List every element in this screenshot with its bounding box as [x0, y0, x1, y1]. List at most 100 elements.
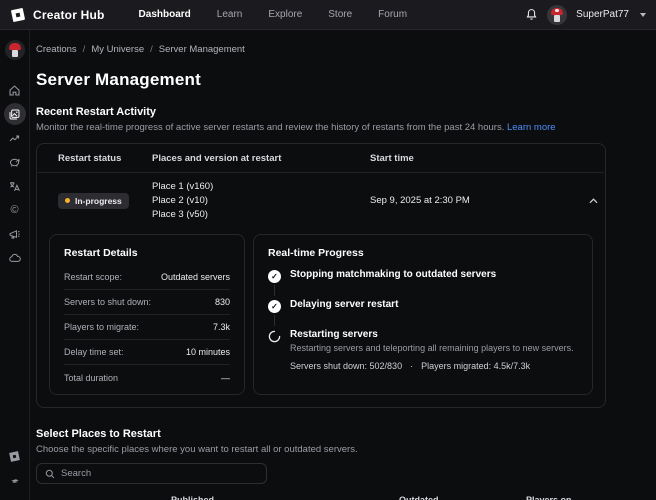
nav-store[interactable]: Store: [328, 9, 352, 20]
places-version-list: Place 1 (v160) Place 2 (v10) Place 3 (v5…: [152, 180, 370, 221]
user-avatar[interactable]: [547, 5, 567, 25]
sidebar-avatar[interactable]: [5, 40, 25, 60]
docs-icon[interactable]: [4, 469, 26, 491]
creations-icon[interactable]: [4, 103, 26, 125]
breadcrumb-separator: /: [83, 44, 86, 55]
cloud-icon[interactable]: [4, 247, 26, 269]
detail-row-restart-scope: Restart scope: Outdated servers: [64, 265, 230, 290]
navbar-right: SuperPat77: [525, 5, 646, 25]
detail-label: Delay time set:: [64, 347, 124, 357]
select-places-heading: Select Places to Restart: [36, 428, 644, 440]
detail-label: Servers to shut down:: [64, 297, 151, 307]
breadcrumb-separator: /: [150, 44, 153, 55]
places-table-header: Places Published version Published on To…: [36, 494, 612, 500]
navbar-left: Creator Hub Dashboard Learn Explore Stor…: [10, 7, 407, 22]
learn-more-link[interactable]: Learn more: [507, 122, 556, 133]
breadcrumb-my-universe[interactable]: My Universe: [91, 44, 144, 55]
recent-activity-heading: Recent Restart Activity: [36, 106, 644, 118]
col-places-version: Places and version at restart: [152, 153, 370, 164]
analytics-icon[interactable]: [4, 127, 26, 149]
status-dot: [65, 198, 70, 203]
localization-icon[interactable]: [4, 175, 26, 197]
place-version-item: Place 1 (v160): [152, 180, 370, 194]
detail-value: —: [221, 373, 230, 383]
detail-label: Total duration: [64, 373, 118, 383]
step-stats: Servers shut down: 502/830 · Players mig…: [290, 361, 574, 371]
username-label[interactable]: SuperPat77: [576, 9, 629, 20]
stat-servers-shut-down: Servers shut down: 502/830: [290, 361, 402, 371]
top-navbar: Creator Hub Dashboard Learn Explore Stor…: [0, 0, 656, 30]
check-circle-icon: ✓: [268, 270, 281, 283]
main-content: Creations / My Universe / Server Managem…: [30, 30, 656, 500]
col-start-time: Start time: [370, 153, 578, 164]
recent-activity-description: Monitor the real-time progress of active…: [36, 122, 644, 133]
col-restart-status: Restart status: [58, 153, 152, 164]
nav-explore[interactable]: Explore: [268, 9, 302, 20]
step-description: Restarting servers and teleporting all r…: [290, 343, 574, 353]
primary-nav: Dashboard Learn Explore Store Forum: [139, 9, 408, 20]
restart-activity-panel: Restart status Places and version at res…: [36, 143, 606, 408]
detail-row-total-duration: Total duration —: [64, 365, 230, 390]
creator-hub-logo-icon[interactable]: [10, 7, 25, 22]
app-shell: ©: [0, 30, 656, 500]
breadcrumb: Creations / My Universe / Server Managem…: [36, 44, 644, 55]
detail-row-servers-to-shut-down: Servers to shut down: 830: [64, 290, 230, 315]
places-table: Places Published version Published on To…: [36, 494, 612, 500]
nav-forum[interactable]: Forum: [378, 9, 407, 20]
nav-learn[interactable]: Learn: [217, 9, 243, 20]
step-label: Restarting servers: [290, 329, 574, 340]
select-places-description: Choose the specific places where you wan…: [36, 444, 644, 455]
left-sidebar: ©: [0, 30, 30, 500]
search-input[interactable]: [61, 468, 258, 479]
detail-label: Restart scope:: [64, 272, 122, 282]
col-players-on-outdated: Players on outdated servers: [526, 495, 610, 500]
progress-step-delay: ✓ Delaying server restart: [268, 299, 578, 329]
search-box: [36, 463, 267, 484]
studio-icon[interactable]: [4, 445, 26, 467]
breadcrumb-server-management: Server Management: [159, 44, 245, 55]
spinner-icon: [268, 330, 281, 343]
recent-activity-description-text: Monitor the real-time progress of active…: [36, 122, 504, 133]
search-icon: [45, 469, 55, 479]
chevron-up-icon[interactable]: [578, 198, 608, 204]
col-published-version: Published version: [171, 495, 238, 500]
realtime-progress-title: Real-time Progress: [268, 247, 578, 259]
nav-dashboard[interactable]: Dashboard: [139, 9, 191, 20]
place-version-item: Place 3 (v50): [152, 208, 370, 222]
restart-details-title: Restart Details: [64, 247, 230, 259]
detail-label: Players to migrate:: [64, 322, 139, 332]
stat-players-migrated: Players migrated: 4.5k/7.3k: [421, 361, 530, 371]
restart-details-card: Restart Details Restart scope: Outdated …: [49, 234, 245, 395]
monetization-icon[interactable]: [4, 151, 26, 173]
status-label: In-progress: [75, 196, 122, 206]
app-root: Creator Hub Dashboard Learn Explore Stor…: [0, 0, 656, 500]
activity-row[interactable]: In-progress Place 1 (v160) Place 2 (v10)…: [37, 173, 605, 228]
detail-value: 830: [215, 297, 230, 307]
stat-separator: ·: [410, 361, 413, 371]
progress-step-matchmaking: ✓ Stopping matchmaking to outdated serve…: [268, 269, 578, 299]
status-badge: In-progress: [58, 193, 129, 209]
detail-row-delay-time: Delay time set: 10 minutes: [64, 340, 230, 365]
detail-value: 7.3k: [213, 322, 230, 332]
check-circle-icon: ✓: [268, 300, 281, 313]
detail-value: 10 minutes: [186, 347, 230, 357]
place-version-item: Place 2 (v10): [152, 194, 370, 208]
step-label: Stopping matchmaking to outdated servers: [290, 269, 496, 280]
page-title: Server Management: [36, 70, 644, 90]
progress-step-restarting: Restarting servers Restarting servers an…: [268, 329, 578, 371]
home-icon[interactable]: [4, 79, 26, 101]
activity-expanded-details: Restart Details Restart scope: Outdated …: [37, 228, 605, 395]
promotion-icon[interactable]: [4, 223, 26, 245]
realtime-progress-card: Real-time Progress ✓ Stopping matchmakin…: [253, 234, 593, 395]
start-time-value: Sep 9, 2025 at 2:30 PM: [370, 195, 578, 206]
brand-title[interactable]: Creator Hub: [33, 8, 105, 22]
progress-steps: ✓ Stopping matchmaking to outdated serve…: [268, 269, 578, 371]
bell-icon[interactable]: [525, 8, 538, 21]
detail-row-players-to-migrate: Players to migrate: 7.3k: [64, 315, 230, 340]
detail-value: Outdated servers: [161, 272, 230, 282]
activity-table-header: Restart status Places and version at res…: [37, 144, 605, 172]
chevron-down-icon[interactable]: [640, 13, 646, 17]
copyright-icon[interactable]: ©: [4, 199, 26, 221]
breadcrumb-creations[interactable]: Creations: [36, 44, 77, 55]
col-outdated-servers: Outdated servers: [399, 495, 468, 500]
